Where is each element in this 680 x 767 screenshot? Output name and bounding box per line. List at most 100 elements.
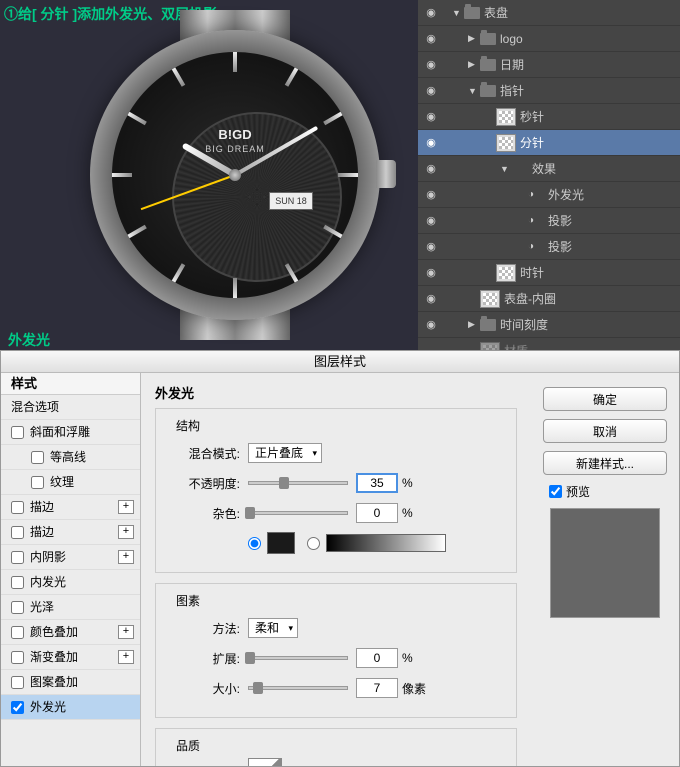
layer-row[interactable]: ◉ ▶ 时间刻度 [418,312,680,338]
expand-arrow[interactable]: ▶ [468,33,478,44]
add-effect-button[interactable]: + [118,500,134,514]
opacity-input[interactable] [356,473,398,493]
button-column: 确定 取消 新建样式... 预览 [531,373,679,766]
visibility-icon[interactable]: ◉ [422,188,440,201]
noise-slider[interactable] [248,511,348,515]
style-list-item[interactable]: 光泽 [1,595,140,620]
style-checkbox[interactable] [11,651,24,664]
noise-input[interactable] [356,503,398,523]
glow-gradient[interactable] [326,534,446,552]
add-effect-button[interactable]: + [118,625,134,639]
method-select[interactable]: 柔和 [248,618,298,638]
ok-button[interactable]: 确定 [543,387,667,411]
layer-row[interactable]: ◉▶logo [418,26,680,52]
style-list-item[interactable]: 描边+ [1,520,140,545]
layer-row[interactable]: ◉▼指针 [418,78,680,104]
style-list-item[interactable]: 纹理 [1,470,140,495]
style-list-item[interactable]: 描边+ [1,495,140,520]
style-item-label: 图案叠加 [30,670,78,695]
style-list-item[interactable]: 图案叠加 [1,670,140,695]
layer-row[interactable]: ◉ 分针 [418,130,680,156]
visibility-icon[interactable]: ◉ [422,6,440,19]
visibility-icon[interactable]: ◉ [422,58,440,71]
cancel-button[interactable]: 取消 [543,419,667,443]
contour-swatch[interactable] [248,758,282,766]
visibility-icon[interactable]: ◉ [422,84,440,97]
add-effect-button[interactable]: + [118,525,134,539]
layer-row[interactable]: ◉▼表盘 [418,0,680,26]
opacity-slider[interactable] [248,481,348,485]
expand-arrow[interactable]: ▼ [468,86,478,96]
visibility-icon[interactable]: ◉ [422,240,440,253]
visibility-icon[interactable]: ◉ [422,292,440,305]
style-checkbox[interactable] [11,426,24,439]
style-item-label: 内发光 [30,570,66,595]
layer-label: 时间刻度 [500,316,548,333]
style-item-label: 斜面和浮雕 [30,420,90,445]
style-list-item[interactable]: 外发光 [1,695,140,720]
contour-label: 等高线: [168,765,240,767]
style-list-item[interactable]: 混合选项 [1,395,140,420]
layer-row[interactable]: ◉◑外发光 [418,182,680,208]
expand-arrow[interactable]: ▶ [468,319,478,330]
style-checkbox[interactable] [11,626,24,639]
expand-arrow[interactable]: ▼ [452,8,462,18]
style-list[interactable]: 样式 混合选项斜面和浮雕等高线纹理描边+描边+内阴影+内发光光泽颜色叠加+渐变叠… [1,373,141,766]
preview-checkbox-row[interactable]: 预览 [549,483,667,500]
visibility-icon[interactable]: ◉ [422,110,440,123]
style-list-item[interactable]: 渐变叠加 + [1,645,140,670]
layer-icon [496,108,516,126]
expand-arrow[interactable]: ▶ [468,59,478,70]
style-checkbox[interactable] [11,526,24,539]
style-checkbox[interactable] [31,476,44,489]
color-radio[interactable] [248,537,261,550]
expand-arrow[interactable]: ▼ [500,164,510,174]
add-effect-button[interactable]: + [118,650,134,664]
style-list-item[interactable]: 内阴影+ [1,545,140,570]
gradient-radio[interactable] [307,537,320,550]
style-list-item[interactable]: 颜色叠加+ [1,620,140,645]
watch-preview: B!GD BIG DREAM SUN 18 [80,10,390,340]
style-checkbox[interactable] [11,501,24,514]
visibility-icon[interactable]: ◉ [422,266,440,279]
layer-row[interactable]: ◉◑投影 [418,234,680,260]
visibility-icon[interactable]: ◉ [422,162,440,175]
style-checkbox[interactable] [11,576,24,589]
layer-row[interactable]: ◉▶日期 [418,52,680,78]
glow-color-swatch[interactable] [267,532,295,554]
add-effect-button[interactable]: + [118,550,134,564]
layer-label: 分针 [520,134,544,151]
new-style-button[interactable]: 新建样式... [543,451,667,475]
layer-row[interactable]: ◉表盘-内圈 [418,286,680,312]
style-checkbox[interactable] [31,451,44,464]
layer-row[interactable]: ◉时针 [418,260,680,286]
size-input[interactable] [356,678,398,698]
size-slider[interactable] [248,686,348,690]
visibility-icon[interactable]: ◉ [422,136,440,149]
layer-label: 效果 [532,160,556,177]
spread-slider[interactable] [248,656,348,660]
style-item-label: 等高线 [50,445,86,470]
dialog-title: 图层样式 [1,351,679,373]
style-list-item[interactable]: 斜面和浮雕 [1,420,140,445]
spread-input[interactable] [356,648,398,668]
preview-checkbox[interactable] [549,485,562,498]
noise-label: 杂色: [168,505,240,522]
layers-panel[interactable]: ◉▼表盘◉▶logo◉▶日期◉▼指针◉秒针◉分针◉▼效果◉◑外发光◉◑投影◉◑投… [418,0,680,350]
style-item-label: 渐变叠加 [30,645,78,670]
visibility-icon[interactable]: ◉ [422,214,440,227]
style-checkbox[interactable] [11,601,24,614]
layer-row[interactable]: ◉◑投影 [418,208,680,234]
style-checkbox[interactable] [11,701,24,714]
style-checkbox[interactable] [11,551,24,564]
folder-icon [480,33,496,45]
style-list-item[interactable]: 内发光 [1,570,140,595]
blend-mode-select[interactable]: 正片叠底 [248,443,322,463]
style-list-item[interactable]: 等高线 [1,445,140,470]
layer-row[interactable]: ◉ ▼ 效果 [418,156,680,182]
layer-row[interactable]: ◉秒针 [418,104,680,130]
antialias-label: 消除锯齿 [309,765,357,767]
visibility-icon[interactable]: ◉ [422,318,440,331]
style-checkbox[interactable] [11,676,24,689]
visibility-icon[interactable]: ◉ [422,32,440,45]
